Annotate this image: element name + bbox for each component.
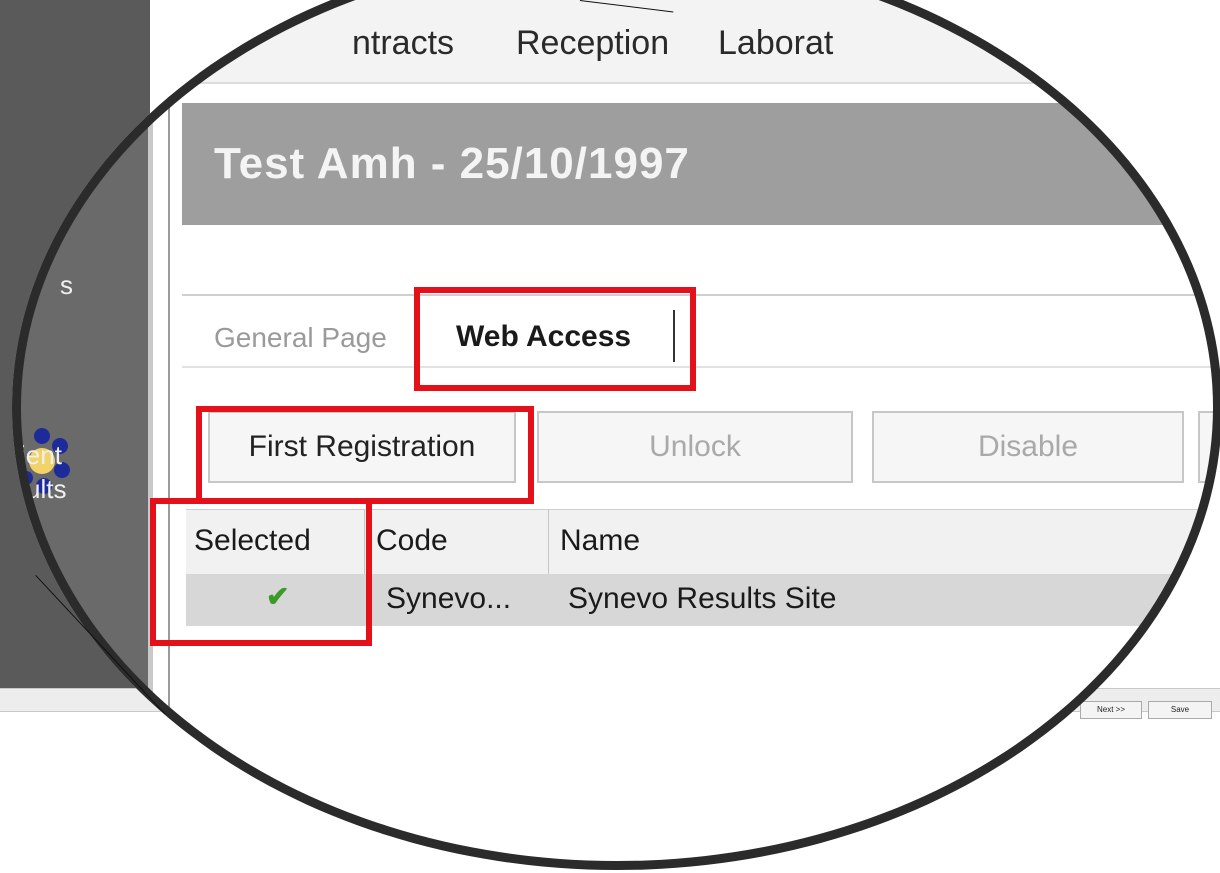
checkmark-icon[interactable]: ✔	[266, 580, 289, 613]
column-header-selected[interactable]: Selected	[194, 524, 311, 558]
column-header-name[interactable]: Name	[560, 524, 640, 558]
magnifier-lens: ntracts Reception Laborat s ient ults Te…	[12, 0, 1220, 870]
sidebar-splitter[interactable]	[148, 84, 153, 864]
sidebar-label-line2: ults	[26, 474, 67, 504]
text-cursor	[673, 310, 675, 362]
sidebar-label-line1: ient	[20, 440, 62, 470]
menu-bar: ntracts Reception Laborat	[12, 0, 1220, 84]
sidebar-text-fragment: s	[60, 270, 73, 300]
unlock-button[interactable]: Unlock	[537, 411, 853, 483]
first-registration-button[interactable]: First Registration	[208, 411, 516, 483]
menu-item-contracts[interactable]: ntracts	[352, 24, 454, 63]
sidebar: s ient ults	[12, 84, 148, 864]
page-title: Test Amh - 25/10/1997	[214, 139, 690, 188]
row-code: Synevo...	[386, 582, 512, 615]
more-button[interactable]	[1198, 411, 1220, 483]
row-name: Synevo Results Site	[568, 582, 837, 615]
grid-header: Selected Code Name	[186, 509, 1220, 576]
tabstrip-bottom	[182, 366, 1220, 368]
column-divider[interactable]	[548, 510, 549, 574]
disable-button[interactable]: Disable	[872, 411, 1184, 483]
tab-web-access[interactable]: Web Access	[456, 320, 631, 354]
menu-item-reception[interactable]: Reception	[516, 24, 669, 63]
column-header-code[interactable]: Code	[376, 524, 448, 558]
column-divider[interactable]	[364, 510, 365, 574]
tab-general-page[interactable]: General Page	[214, 322, 387, 354]
patient-header: Test Amh - 25/10/1997	[182, 103, 1220, 225]
tab-divider	[182, 294, 1220, 296]
menu-item-laboratory[interactable]: Laborat	[718, 24, 833, 63]
table-row[interactable]: ✔ Synevo... Synevo Results Site	[186, 574, 1220, 626]
